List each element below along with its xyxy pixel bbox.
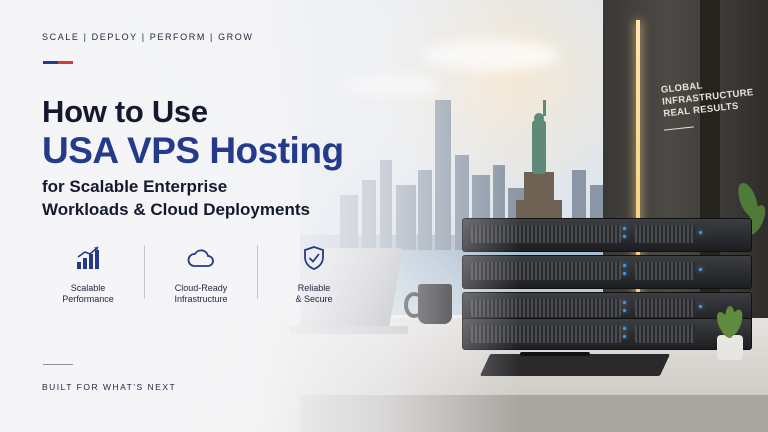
potted-plant-illustration xyxy=(716,306,743,360)
cloud-icon xyxy=(186,243,216,273)
flag-color-bar xyxy=(43,61,73,64)
headline-line-1: How to Use xyxy=(42,94,208,129)
hero-banner: GLOBAL INFRASTRUCTURE REAL RESULTS SCALE… xyxy=(0,0,768,432)
subheadline-line-2: Workloads & Cloud Deployments xyxy=(42,200,310,219)
footer-tagline: BUILT FOR WHAT'S NEXT xyxy=(42,382,177,392)
feature-label-line: Infrastructure xyxy=(174,294,228,304)
feature-label-line: Cloud-Ready xyxy=(174,283,228,293)
bar-chart-icon xyxy=(73,243,103,273)
feature-list: Scalable Performance Cloud-Ready Infrast… xyxy=(40,243,362,305)
feature-label-line: Performance xyxy=(62,294,114,304)
feature-label-line: Reliable xyxy=(297,283,331,293)
footer-rule xyxy=(43,364,73,365)
subheadline-line-1: for Scalable Enterprise xyxy=(42,177,228,196)
feature-label-line: & Secure xyxy=(295,294,333,304)
feature-divider xyxy=(257,245,258,299)
tagline: SCALE | DEPLOY | PERFORM | GROW xyxy=(42,32,254,42)
feature-reliable-secure: Reliable & Secure xyxy=(266,243,362,305)
feature-cloud-ready: Cloud-Ready Infrastructure xyxy=(153,243,249,305)
feature-label-line: Scalable xyxy=(70,283,106,293)
feature-scalable-performance: Scalable Performance xyxy=(40,243,136,305)
subheadline: for Scalable Enterprise Workloads & Clou… xyxy=(42,175,310,221)
pen-illustration xyxy=(520,352,590,356)
feature-divider xyxy=(144,245,145,299)
shield-check-icon xyxy=(299,243,329,273)
headline-line-2: USA VPS Hosting xyxy=(42,130,344,171)
